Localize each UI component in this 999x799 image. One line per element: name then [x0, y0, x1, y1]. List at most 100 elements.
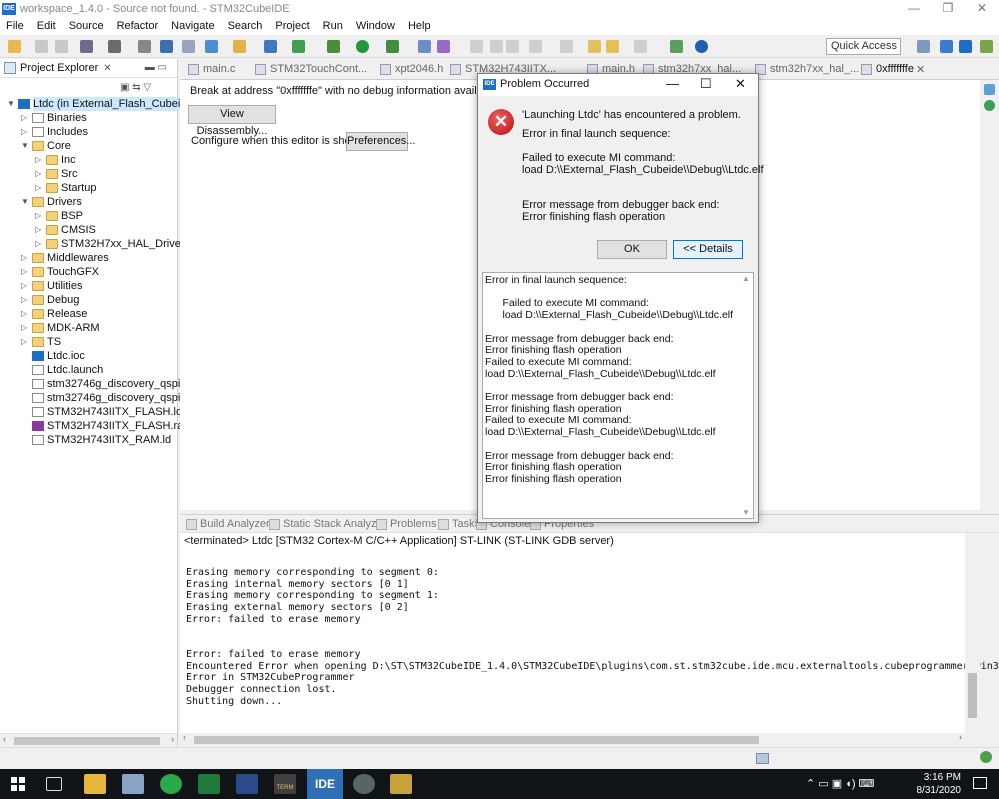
progress-icon[interactable]: [756, 753, 769, 764]
collapsed-arrow-icon[interactable]: ▷: [35, 209, 41, 223]
scroll-left-icon[interactable]: ‹: [3, 734, 6, 744]
cpp-perspective-icon[interactable]: [940, 40, 953, 53]
expanded-arrow-icon[interactable]: ▼: [7, 97, 15, 111]
new-icon[interactable]: [8, 40, 21, 53]
open-folder-icon[interactable]: [233, 40, 246, 53]
console-tab[interactable]: Build Analyzer: [186, 518, 270, 530]
refresh-icon[interactable]: [292, 40, 305, 53]
outline-icon[interactable]: [984, 84, 995, 95]
task-view-icon[interactable]: [46, 777, 62, 791]
tree-item[interactable]: ▷ Release: [0, 307, 177, 321]
tree-item[interactable]: ▷ CMSIS: [0, 223, 177, 237]
collapsed-arrow-icon[interactable]: ▷: [21, 293, 27, 307]
info-icon[interactable]: [695, 40, 708, 53]
editor-tab[interactable]: stm32h7xx_hal_...: [755, 63, 859, 75]
details-vertical-scrollbar[interactable]: ▲ ▼: [741, 274, 752, 517]
forward-icon[interactable]: [634, 40, 647, 53]
console-tab[interactable]: Tasks: [438, 518, 480, 530]
tree-item[interactable]: ▷ Inc: [0, 153, 177, 167]
menu-help[interactable]: Help: [408, 20, 431, 32]
notifications-icon[interactable]: [973, 777, 987, 789]
ide-taskbar-icon[interactable]: IDE: [307, 769, 343, 799]
skip-breakpoints-icon[interactable]: [160, 40, 173, 53]
collapsed-arrow-icon[interactable]: ▷: [35, 237, 41, 251]
dialog-minimize-button[interactable]: —: [666, 76, 679, 91]
show-whitespace-icon[interactable]: [506, 40, 519, 53]
ok-button[interactable]: OK: [597, 240, 667, 259]
menu-refactor[interactable]: Refactor: [117, 20, 159, 32]
tree-item[interactable]: ▷ BSP: [0, 209, 177, 223]
tree-item[interactable]: ▷ TS: [0, 335, 177, 349]
chrome-icon[interactable]: [353, 774, 375, 794]
collapsed-arrow-icon[interactable]: ▷: [35, 153, 41, 167]
tools-icon[interactable]: [437, 40, 450, 53]
block-selection-icon[interactable]: [490, 40, 503, 53]
scrollbar-thumb[interactable]: [968, 673, 977, 718]
clock[interactable]: 3:16 PM 8/31/2020: [917, 771, 962, 797]
dialog-maximize-button[interactable]: ☐: [700, 76, 712, 92]
console-tab[interactable]: Static Stack Analyzer: [269, 518, 386, 530]
mail-icon[interactable]: [122, 774, 144, 794]
tree-item[interactable]: ▷ Includes: [0, 125, 177, 139]
start-windows-icon[interactable]: [11, 777, 25, 791]
editor-tab[interactable]: STM32TouchCont...: [255, 63, 367, 75]
preferences-button[interactable]: Preferences...: [346, 132, 415, 151]
build-icon[interactable]: [108, 40, 121, 53]
menu-project[interactable]: Project: [275, 20, 309, 32]
save-icon[interactable]: [35, 40, 48, 53]
tray-icons[interactable]: ⌃ ▭ ▣ ◖) ⌨: [806, 777, 874, 790]
tree-item[interactable]: Ltdc.ioc: [0, 349, 177, 363]
tree-item[interactable]: stm32746g_discovery_qspi.c: [0, 377, 189, 391]
menu-navigate[interactable]: Navigate: [171, 20, 214, 32]
console-vertical-scrollbar[interactable]: [965, 533, 980, 733]
open-perspective-icon[interactable]: [670, 40, 683, 53]
tree-item[interactable]: stm32746g_discovery_qspi.h: [0, 391, 189, 405]
tree-item[interactable]: STM32H743IITX_FLASH.rar: [0, 419, 187, 433]
collapsed-arrow-icon[interactable]: ▷: [21, 321, 27, 335]
last-edit-icon[interactable]: [588, 40, 601, 53]
details-button[interactable]: << Details: [673, 240, 743, 259]
collapsed-arrow-icon[interactable]: ▷: [21, 265, 27, 279]
quick-access-input[interactable]: Quick Access: [826, 38, 901, 55]
collapsed-arrow-icon[interactable]: ▷: [21, 111, 27, 125]
tree-item[interactable]: STM32H743IITX_FLASH.ld: [0, 405, 182, 419]
minimize-button[interactable]: —: [897, 0, 931, 17]
debug-icon[interactable]: [327, 40, 340, 53]
collapsed-arrow-icon[interactable]: ▷: [35, 181, 41, 195]
tree-item[interactable]: ▷ Startup: [0, 181, 177, 195]
debug-config-icon[interactable]: [182, 40, 195, 53]
collapsed-arrow-icon[interactable]: ▷: [21, 125, 27, 139]
tree-item[interactable]: ▼ Ltdc (in External_Flash_Cubeide): [0, 97, 197, 111]
run-icon[interactable]: [356, 40, 369, 53]
build-all-icon[interactable]: [138, 40, 151, 53]
tree-item[interactable]: ▷ Utilities: [0, 279, 177, 293]
search-icon[interactable]: [418, 40, 431, 53]
close-button[interactable]: ✕: [965, 0, 999, 17]
collapsed-arrow-icon[interactable]: ▷: [35, 167, 41, 181]
scroll-left-icon[interactable]: ‹: [183, 732, 186, 742]
expanded-arrow-icon[interactable]: ▼: [21, 195, 29, 209]
console-tab[interactable]: Problems: [376, 518, 436, 530]
terminal-icon[interactable]: TERM: [274, 774, 296, 794]
tree-item[interactable]: ▷ MDK-ARM: [0, 321, 177, 335]
collapsed-arrow-icon[interactable]: ▷: [35, 223, 41, 237]
project-explorer-title[interactable]: Project Explorer: [20, 62, 98, 74]
maximize-button[interactable]: ❐: [931, 0, 965, 17]
file-explorer-icon[interactable]: [84, 774, 106, 794]
editor-tab[interactable]: 0xfffffffe: [861, 63, 914, 75]
toggle-mark-icon[interactable]: [470, 40, 483, 53]
scrollbar-thumb[interactable]: [194, 736, 759, 744]
perspective-icon[interactable]: [917, 40, 930, 53]
collapsed-arrow-icon[interactable]: ▷: [21, 251, 27, 265]
close-tab-icon[interactable]: ✕: [916, 63, 925, 76]
close-icon[interactable]: ✕: [103, 63, 111, 74]
debug-perspective-icon[interactable]: [980, 40, 993, 53]
expanded-arrow-icon[interactable]: ▼: [21, 139, 29, 153]
project-horizontal-scrollbar[interactable]: ‹ ›: [0, 733, 177, 747]
menu-search[interactable]: Search: [228, 20, 263, 32]
build-targets-icon[interactable]: [984, 100, 995, 111]
collapsed-arrow-icon[interactable]: ▷: [21, 307, 27, 321]
dialog-close-button[interactable]: ✕: [735, 76, 746, 92]
view-menu-icon[interactable]: ▬ ▭: [145, 62, 167, 73]
menu-source[interactable]: Source: [69, 20, 104, 32]
